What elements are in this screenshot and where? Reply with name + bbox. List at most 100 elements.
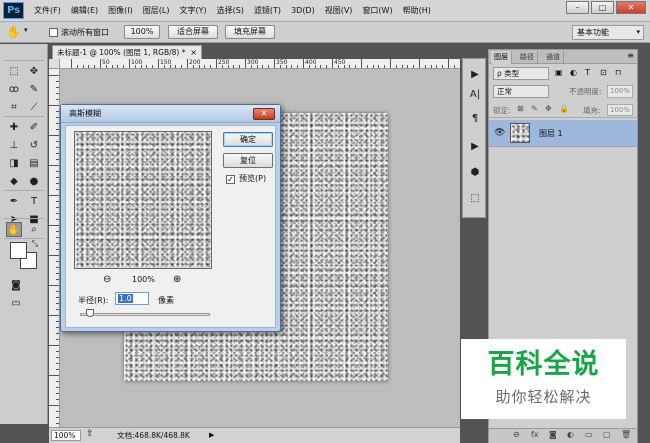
brush-icon[interactable]: ✐: [26, 120, 42, 135]
eyedropper-icon[interactable]: ⟋: [26, 100, 42, 115]
layer-style-icon[interactable]: fx: [531, 430, 539, 439]
radius-input[interactable]: 1.0: [115, 292, 149, 305]
link-layers-icon[interactable]: ⊖: [513, 430, 520, 439]
ok-button[interactable]: 确定: [223, 132, 273, 147]
menu-edit[interactable]: 编辑(E): [71, 0, 98, 22]
menu-image[interactable]: 图像(I): [108, 0, 133, 22]
menu-3d[interactable]: 3D(D): [291, 0, 315, 22]
scroll-all-windows-checkbox[interactable]: [49, 28, 58, 37]
add-mask-icon[interactable]: ◙: [549, 430, 557, 439]
paragraph-panel-icon[interactable]: ¶: [467, 111, 483, 126]
layer-row[interactable]: 👁 图层 1: [489, 120, 637, 147]
workspace-select[interactable]: 基本功能 ▾: [572, 25, 644, 40]
minimize-button[interactable]: –: [566, 1, 589, 14]
eraser-icon[interactable]: ◨: [6, 156, 22, 171]
filter-adjustment-icon[interactable]: ◐: [570, 68, 577, 77]
close-icon[interactable]: ×: [190, 46, 197, 59]
menu-window[interactable]: 窗口(W): [362, 0, 392, 22]
export-icon[interactable]: ⇪: [86, 429, 94, 439]
filter-smart-object-icon[interactable]: ⊓: [615, 68, 621, 77]
new-group-icon[interactable]: ▭: [585, 430, 593, 439]
lasso-icon[interactable]: ꝏ: [6, 82, 22, 97]
status-menu-arrow-icon[interactable]: ▶: [209, 428, 214, 443]
document-tab[interactable]: 未标题-1 @ 100% (图层 1, RGB/8) * ×: [52, 45, 202, 59]
zoom-100-button[interactable]: 100%: [124, 25, 160, 39]
zoom-field[interactable]: 100%: [51, 430, 81, 441]
opacity-input[interactable]: 100%: [607, 85, 633, 98]
vertical-ruler[interactable]: [49, 69, 60, 427]
healing-brush-icon[interactable]: ✚: [6, 120, 22, 135]
zoom-in-icon[interactable]: ⊕: [173, 274, 181, 285]
type-icon[interactable]: T: [26, 194, 42, 209]
filter-shape-icon[interactable]: ⊡: [600, 68, 607, 77]
clone-stamp-icon[interactable]: ⊥: [6, 138, 22, 153]
quick-select-icon[interactable]: ✎: [26, 82, 42, 97]
filter-pixel-icon[interactable]: ▣: [555, 68, 563, 77]
delete-layer-icon[interactable]: 🗑: [621, 430, 631, 439]
menu-select[interactable]: 选择(S): [217, 0, 244, 22]
tab-paths[interactable]: 路径: [517, 51, 538, 64]
reset-button[interactable]: 复位: [223, 153, 273, 168]
lock-all-icon[interactable]: 🔒: [559, 104, 569, 113]
foreground-color-swatch[interactable]: [10, 242, 27, 259]
hand-icon[interactable]: ✋: [6, 222, 22, 237]
radius-slider-track[interactable]: [80, 313, 210, 316]
horizontal-ruler[interactable]: 50 100 150 200 250 300 350 400 450: [60, 59, 460, 69]
ruler-tick: [117, 65, 119, 68]
fill-screen-button[interactable]: 填充屏幕: [225, 25, 275, 39]
menu-help[interactable]: 帮助(H): [403, 0, 431, 22]
actions-panel-icon[interactable]: ▶: [467, 139, 483, 154]
rectangular-marquee-icon[interactable]: ⬚: [6, 64, 22, 79]
history-brush-icon[interactable]: ↺: [26, 138, 42, 153]
swap-colors-icon[interactable]: ⤡: [30, 239, 40, 249]
quick-mask-icon[interactable]: ◙: [8, 278, 24, 293]
zoom-icon[interactable]: ⌕: [26, 222, 42, 237]
adjustment-layer-icon[interactable]: ◐: [567, 430, 574, 439]
menu-filter[interactable]: 滤镜(T): [254, 0, 281, 22]
move-icon[interactable]: ✥: [26, 64, 42, 79]
filter-type-icon[interactable]: T: [585, 68, 590, 77]
fill-input[interactable]: 100%: [607, 104, 633, 116]
panel-menu-icon[interactable]: ≡: [627, 51, 634, 60]
dodge-icon[interactable]: ●: [26, 174, 42, 189]
gradient-icon[interactable]: ▤: [26, 156, 42, 171]
menu-file[interactable]: 文件(F): [34, 0, 61, 22]
lock-image-icon[interactable]: ✎: [531, 104, 538, 113]
ruler-tick: [372, 65, 374, 68]
maximize-button[interactable]: □: [591, 1, 614, 14]
ruler-tick: [245, 59, 246, 68]
screen-mode-icon[interactable]: ▭: [8, 296, 24, 311]
blend-mode-select[interactable]: 正常: [493, 85, 549, 98]
tab-layers[interactable]: 图层: [491, 51, 512, 64]
layer-thumbnail[interactable]: [510, 123, 530, 143]
preview-checkbox[interactable]: ✓: [226, 175, 235, 184]
pen-icon[interactable]: ✒: [6, 194, 22, 209]
properties-panel-icon[interactable]: ⬚: [467, 191, 483, 206]
ruler-tick: [49, 225, 59, 226]
visibility-eye-icon[interactable]: 👁: [494, 128, 505, 138]
dialog-body: 确定 复位 ✓ 预览(P) ⊖ 100% ⊕ 半径(R): 1.0 像素: [65, 125, 276, 328]
close-window-button[interactable]: ✕: [616, 1, 646, 14]
layer-filter-select[interactable]: ρ 类型: [493, 67, 549, 80]
hand-icon[interactable]: ✋: [6, 25, 21, 39]
menu-type[interactable]: 文字(Y): [179, 0, 206, 22]
character-panel-icon[interactable]: A|: [467, 87, 483, 102]
blur-icon[interactable]: ◆: [6, 174, 22, 189]
tool-preset-dropdown-icon[interactable]: ▾: [24, 26, 28, 34]
new-layer-icon[interactable]: ▢: [603, 430, 611, 439]
lock-transparent-icon[interactable]: ⊠: [517, 104, 524, 113]
menu-layer[interactable]: 图层(L): [143, 0, 170, 22]
3d-panel-icon[interactable]: ⬢: [467, 165, 483, 180]
history-panel-icon[interactable]: ▶: [467, 67, 483, 82]
dialog-titlebar[interactable]: 高斯模糊 ✕: [61, 105, 280, 123]
zoom-out-icon[interactable]: ⊖: [103, 274, 111, 285]
fit-screen-button[interactable]: 适合屏幕: [168, 25, 218, 39]
crop-icon[interactable]: ⌗: [6, 100, 22, 115]
ruler-origin[interactable]: [49, 59, 60, 69]
menu-view[interactable]: 视图(V): [325, 0, 353, 22]
lock-position-icon[interactable]: ✥: [545, 104, 552, 113]
blur-preview-image[interactable]: [74, 131, 212, 269]
tab-channels[interactable]: 通道: [543, 51, 564, 64]
dialog-close-button[interactable]: ✕: [253, 108, 275, 120]
layer-name[interactable]: 图层 1: [539, 120, 563, 147]
